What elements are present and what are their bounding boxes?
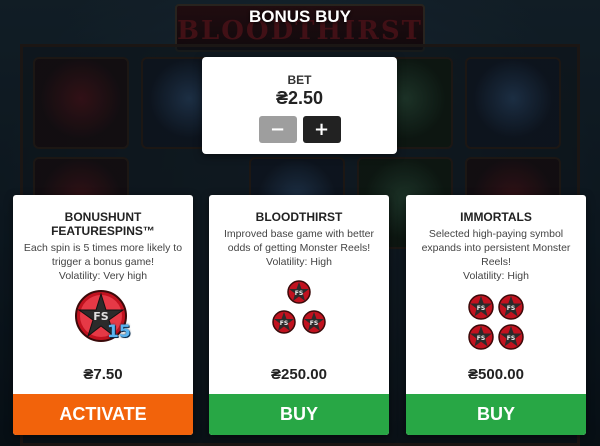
card-volatility: Volatility: Very high — [58, 270, 148, 282]
fs-pentagram-small-icon: FS — [468, 324, 494, 350]
decrease-bet-button[interactable]: − — [258, 116, 297, 143]
card-title: BLOODTHIRST — [255, 210, 343, 224]
svg-text:FS: FS — [507, 335, 515, 342]
card-price: ₴7.50 — [83, 366, 123, 383]
card-price: ₴250.00 — [271, 366, 327, 383]
card-title-line2: FEATURESPINS™ — [51, 224, 155, 238]
svg-text:FS: FS — [295, 290, 303, 297]
svg-text:FS: FS — [310, 320, 318, 327]
card-description: Improved base game with better odds of g… — [224, 228, 374, 254]
bet-label: BET — [287, 73, 312, 87]
page-title: BONUS BUY — [248, 7, 351, 26]
fs-pentagram-small-icon: FS — [498, 324, 524, 350]
bet-panel: BET ₴2.50 − + — [202, 57, 397, 154]
buy-bloodthirst-button[interactable]: BUY — [209, 394, 389, 435]
bet-value: ₴2.50 — [275, 88, 324, 108]
svg-text:FS: FS — [507, 305, 515, 312]
increase-bet-button[interactable]: + — [302, 116, 341, 143]
card-price: ₴500.00 — [468, 366, 524, 383]
card-description: Selected high-paying symbol expands into… — [421, 228, 571, 268]
icon-badge: 15 — [107, 322, 131, 342]
activate-button[interactable]: ACTIVATE — [13, 394, 193, 435]
fs-pentagram-small-icon: FS — [468, 294, 494, 320]
bet-controls: − + — [202, 116, 397, 143]
bonus-card-immortals: IMMORTALS Selected high-paying symbol ex… — [406, 195, 586, 435]
card-title: BONUSHUNT FEATURESPINS™ — [13, 210, 193, 238]
svg-text:FS: FS — [280, 320, 288, 327]
fs-pentagram-small-icon: FS — [287, 280, 311, 304]
card-volatility: Volatility: High — [463, 270, 529, 282]
fs-pentagram-small-icon: FS — [302, 310, 326, 334]
card-description: Each spin is 5 times more likely to trig… — [23, 242, 183, 268]
fs-pentagram-cluster-3-icon: FS FS FS — [267, 279, 331, 337]
card-title: IMMORTALS — [460, 210, 532, 224]
card-volatility: Volatility: High — [266, 256, 332, 268]
card-title-line1: BONUSHUNT — [64, 210, 142, 224]
buy-immortals-button[interactable]: BUY — [406, 394, 586, 435]
fs-pentagram-small-icon: FS — [498, 294, 524, 320]
fs-pentagram-small-icon: FS — [272, 310, 296, 334]
fs-pentagram-cluster-4-icon: FS FS FS FS — [466, 292, 526, 352]
fs-pentagram-icon: FS 15 — [73, 288, 133, 348]
svg-text:FS: FS — [477, 335, 485, 342]
svg-text:FS: FS — [477, 305, 485, 312]
bonus-card-bloodthirst: BLOODTHIRST Improved base game with bett… — [209, 195, 389, 435]
bonus-card-bonushunt: BONUSHUNT FEATURESPINS™ Each spin is 5 t… — [13, 195, 193, 435]
